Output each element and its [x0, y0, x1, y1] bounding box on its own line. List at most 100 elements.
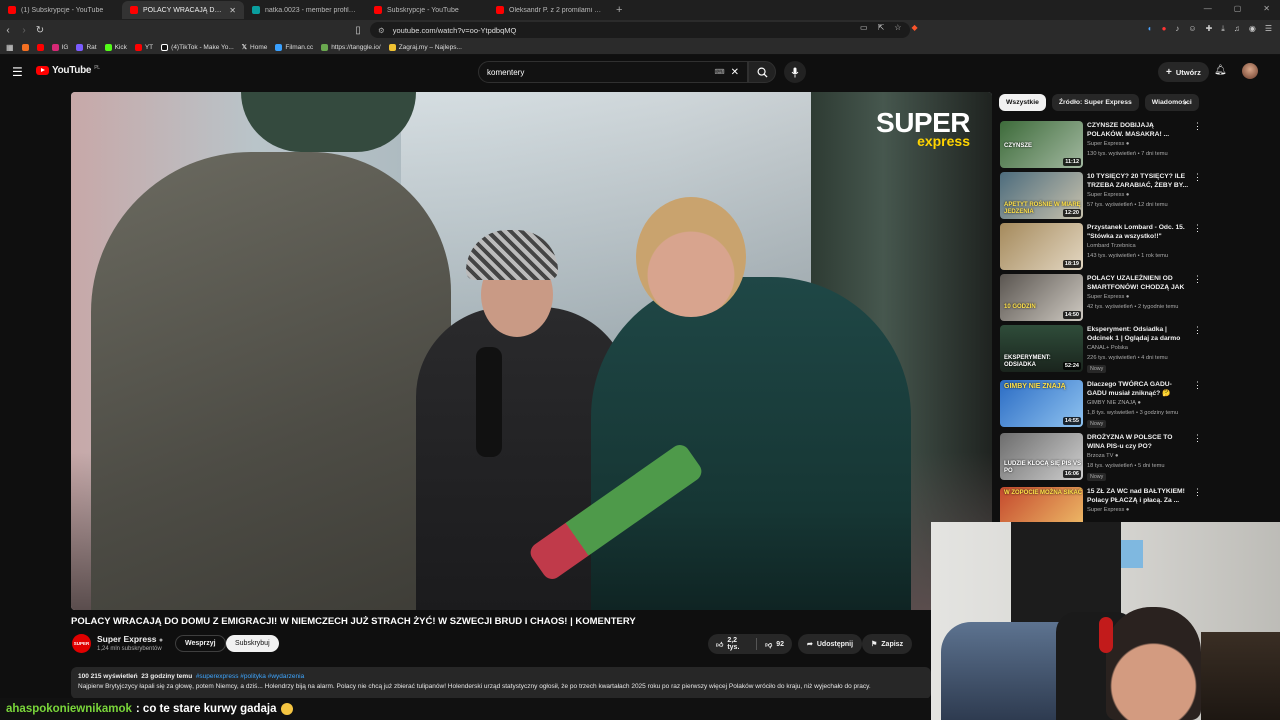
reload-icon[interactable]: ↻ — [32, 25, 48, 36]
voice-search-button[interactable] — [784, 61, 806, 83]
bookmark-item[interactable] — [21, 43, 29, 51]
more-options-icon[interactable]: ⋮ — [1193, 487, 1200, 498]
video-thumbnail[interactable]: 10 GODZIN 14:50 — [1000, 274, 1083, 321]
more-options-icon[interactable]: ⋮ — [1193, 274, 1202, 285]
recommendation-title[interactable]: POLACY UZALEŻNIENI OD SMARTFONÓW! CHODZĄ… — [1087, 274, 1191, 292]
forward-icon[interactable]: › — [16, 25, 32, 36]
bookmark-item[interactable]: Zagraj.my – Najleps... — [388, 43, 462, 51]
video-player[interactable]: SUPER express — [71, 92, 992, 610]
extension-icon[interactable]: ♪ — [1175, 24, 1179, 34]
bookmark-item[interactable]: YT — [134, 43, 153, 51]
channel-name[interactable]: Super Express ● — [97, 634, 163, 644]
clear-search-icon[interactable]: ✕ — [731, 67, 739, 78]
bookmark-item[interactable]: Rat — [76, 43, 97, 51]
recommendation-item[interactable]: GIMBY NIE ZNAJĄ 14:55 Dlaczego TWÓRCA GA… — [1000, 380, 1202, 430]
menu-icon[interactable]: ☰ — [1265, 24, 1272, 34]
recommendation-title[interactable]: 15 ZŁ ZA WC nad BAŁTYKIEM! Polacy PŁACZĄ… — [1087, 487, 1191, 505]
hashtags[interactable]: #superexpress #polityka #wydarzenia — [196, 673, 304, 680]
more-options-icon[interactable]: ⋮ — [1193, 172, 1202, 183]
more-options-icon[interactable]: ⋮ — [1193, 223, 1202, 234]
cast-icon[interactable]: ▭ — [860, 23, 868, 32]
bookmark-item[interactable]: 𝕏 Home — [242, 43, 268, 52]
recommendation-channel[interactable]: Super Express ● — [1087, 192, 1129, 198]
like-button[interactable]: 👍︎ 2,2 tys. — [708, 637, 756, 651]
hamburger-menu-icon[interactable]: ☰ — [12, 65, 23, 79]
extension-icon[interactable]: ● — [1162, 24, 1167, 34]
recommendation-title[interactable]: Dlaczego TWÓRCA GADU-GADU musiał zniknąć… — [1087, 380, 1191, 398]
extensions-puzzle-icon[interactable]: ✚ — [1206, 24, 1213, 34]
bookmark-item[interactable]: (4)TikTok - Make Yo... — [161, 43, 234, 51]
address-bar[interactable]: ⚙ youtube.com/watch?v=oo-YtpdbqMQ — [370, 22, 910, 38]
share-icon[interactable]: ⇱ — [878, 23, 885, 32]
keyboard-icon[interactable]: ⌨ — [715, 68, 725, 76]
notifications-bell-icon[interactable]: 🔔︎ — [1214, 65, 1227, 76]
video-thumbnail[interactable]: 18:19 — [1000, 223, 1083, 270]
more-options-icon[interactable]: ⋮ — [1193, 433, 1202, 444]
minimize-icon[interactable]: — — [1204, 4, 1212, 13]
browser-tab[interactable]: Oleksandr P. z 2 promilami wjechał w — [488, 1, 610, 19]
media-icon[interactable]: ♫ — [1234, 24, 1240, 34]
recommendation-item[interactable]: CZYNSZE 11:12 CZYNSZE DOBIJAJĄ POLAKÓW. … — [1000, 121, 1202, 171]
description-box[interactable]: 100 215 wyświetleń 23 godziny temu #supe… — [71, 667, 931, 699]
chip-news[interactable]: Wiadomości — [1144, 94, 1199, 111]
site-info-icon[interactable]: ⚙ — [378, 26, 385, 35]
channel-avatar[interactable]: SUPER — [72, 634, 91, 653]
search-input[interactable]: komentery ⌨ ✕ — [478, 61, 748, 83]
recommendation-channel[interactable]: Lombard Trzebnica — [1087, 243, 1136, 249]
recommendation-item[interactable]: EKSPERYMENT: ODSIADKA 52:24 Eksperyment:… — [1000, 325, 1202, 375]
search-button[interactable] — [748, 61, 776, 83]
recommendation-channel[interactable]: Brzoza TV ● — [1087, 453, 1118, 459]
share-button[interactable]: ➦ Udostępnij — [798, 634, 863, 654]
video-thumbnail[interactable]: LUDZIE KLOCĄ SIĘ PIS VS PO 16:06 — [1000, 433, 1083, 480]
close-window-icon[interactable]: ✕ — [1263, 4, 1270, 13]
star-icon[interactable]: ☆ — [894, 23, 901, 32]
recommendation-channel[interactable]: CANAL+ Polska — [1087, 345, 1128, 351]
create-button[interactable]: + Utwórz — [1158, 62, 1209, 82]
recommendation-title[interactable]: DROŻYZNA W POLSCE TO WINA PIS-u czy PO? — [1087, 433, 1191, 451]
bookmark-item[interactable]: Filman.cc — [275, 43, 313, 51]
join-button[interactable]: Wesprzyj — [175, 635, 226, 652]
recommendation-channel[interactable]: Super Express ● — [1087, 141, 1129, 147]
video-thumbnail[interactable]: CZYNSZE 11:12 — [1000, 121, 1083, 168]
bookmark-item[interactable]: Kick — [104, 43, 127, 51]
new-tab-icon[interactable]: + — [616, 4, 622, 16]
video-thumbnail[interactable]: W ZOPOCIE MOŻNA SIKAĆ — [1000, 487, 1083, 522]
recommendation-title[interactable]: Przystanek Lombard - Odc. 15. "Stówka za… — [1087, 223, 1191, 241]
recommendation-title[interactable]: Eksperyment: Odsiadka | Odcinek 1 | Oglą… — [1087, 325, 1191, 343]
chip-all[interactable]: Wszystkie — [999, 94, 1046, 111]
recommendation-title[interactable]: CZYNSZE DOBIJAJĄ POLAKÓW. MASAKRA! ... — [1087, 121, 1191, 139]
chip-source[interactable]: Źródło: Super Express — [1051, 94, 1139, 111]
recommendation-channel[interactable]: Super Express ● — [1087, 507, 1129, 513]
extension-icon[interactable]: ☺ — [1188, 24, 1196, 34]
bookmark-item[interactable] — [36, 43, 44, 51]
downloads-icon[interactable]: ⤓ — [1221, 24, 1225, 34]
account-avatar[interactable] — [1242, 63, 1258, 79]
recommendation-channel[interactable]: GIMBY NIE ZNAJĄ ● — [1087, 400, 1141, 406]
recommendation-item[interactable]: W ZOPOCIE MOŻNA SIKAĆ 15 ZŁ ZA WC nad BA… — [1000, 487, 1200, 522]
bookmark-item[interactable]: IG — [51, 43, 68, 51]
chevron-right-icon[interactable]: › — [1184, 97, 1187, 107]
recommendation-item[interactable]: APETYT ROŚNIE W MIARĘ JEDZENIA 12:20 10 … — [1000, 172, 1202, 222]
recommendation-item[interactable]: LUDZIE KLOCĄ SIĘ PIS VS PO 16:06 DROŻYZN… — [1000, 433, 1202, 483]
browser-tab[interactable]: natka.0023 - member profile | Vinted — [244, 1, 366, 19]
browser-tab[interactable]: Subskrypcje - YouTube — [366, 1, 488, 19]
dislike-button[interactable]: 👎︎ 92 — [757, 640, 792, 649]
bookmark-icon[interactable]: ▯ — [350, 25, 366, 36]
extension-icon[interactable]: ◐ — [1148, 24, 1153, 34]
video-thumbnail[interactable]: EKSPERYMENT: ODSIADKA 52:24 — [1000, 325, 1083, 372]
youtube-logo[interactable]: YouTube PL — [36, 65, 100, 76]
channel-name-text[interactable]: Super Express — [97, 634, 157, 644]
recommendation-item[interactable]: 10 GODZIN 14:50 POLACY UZALEŻNIENI OD SM… — [1000, 274, 1202, 324]
bookmark-item[interactable]: https://tanggle.io/ — [321, 43, 381, 51]
back-icon[interactable]: ‹ — [0, 25, 16, 36]
brave-shield-icon[interactable]: ◆ — [911, 23, 917, 32]
maximize-icon[interactable]: ▢ — [1234, 4, 1242, 13]
url-text[interactable]: youtube.com/watch?v=oo-YtpdbqMQ — [393, 26, 517, 35]
more-options-icon[interactable]: ⋮ — [1193, 380, 1202, 391]
recommendation-item[interactable]: 18:19 Przystanek Lombard - Odc. 15. "Stó… — [1000, 223, 1202, 273]
video-thumbnail[interactable]: GIMBY NIE ZNAJĄ 14:55 — [1000, 380, 1083, 427]
search-value[interactable]: komentery — [487, 68, 524, 77]
video-thumbnail[interactable]: APETYT ROŚNIE W MIARĘ JEDZENIA 12:20 — [1000, 172, 1083, 219]
browser-tab-active[interactable]: POLACY WRACAJĄ DO DOM ✕ — [122, 1, 244, 19]
browser-tab[interactable]: (1) Subskrypcje - YouTube — [0, 1, 122, 19]
